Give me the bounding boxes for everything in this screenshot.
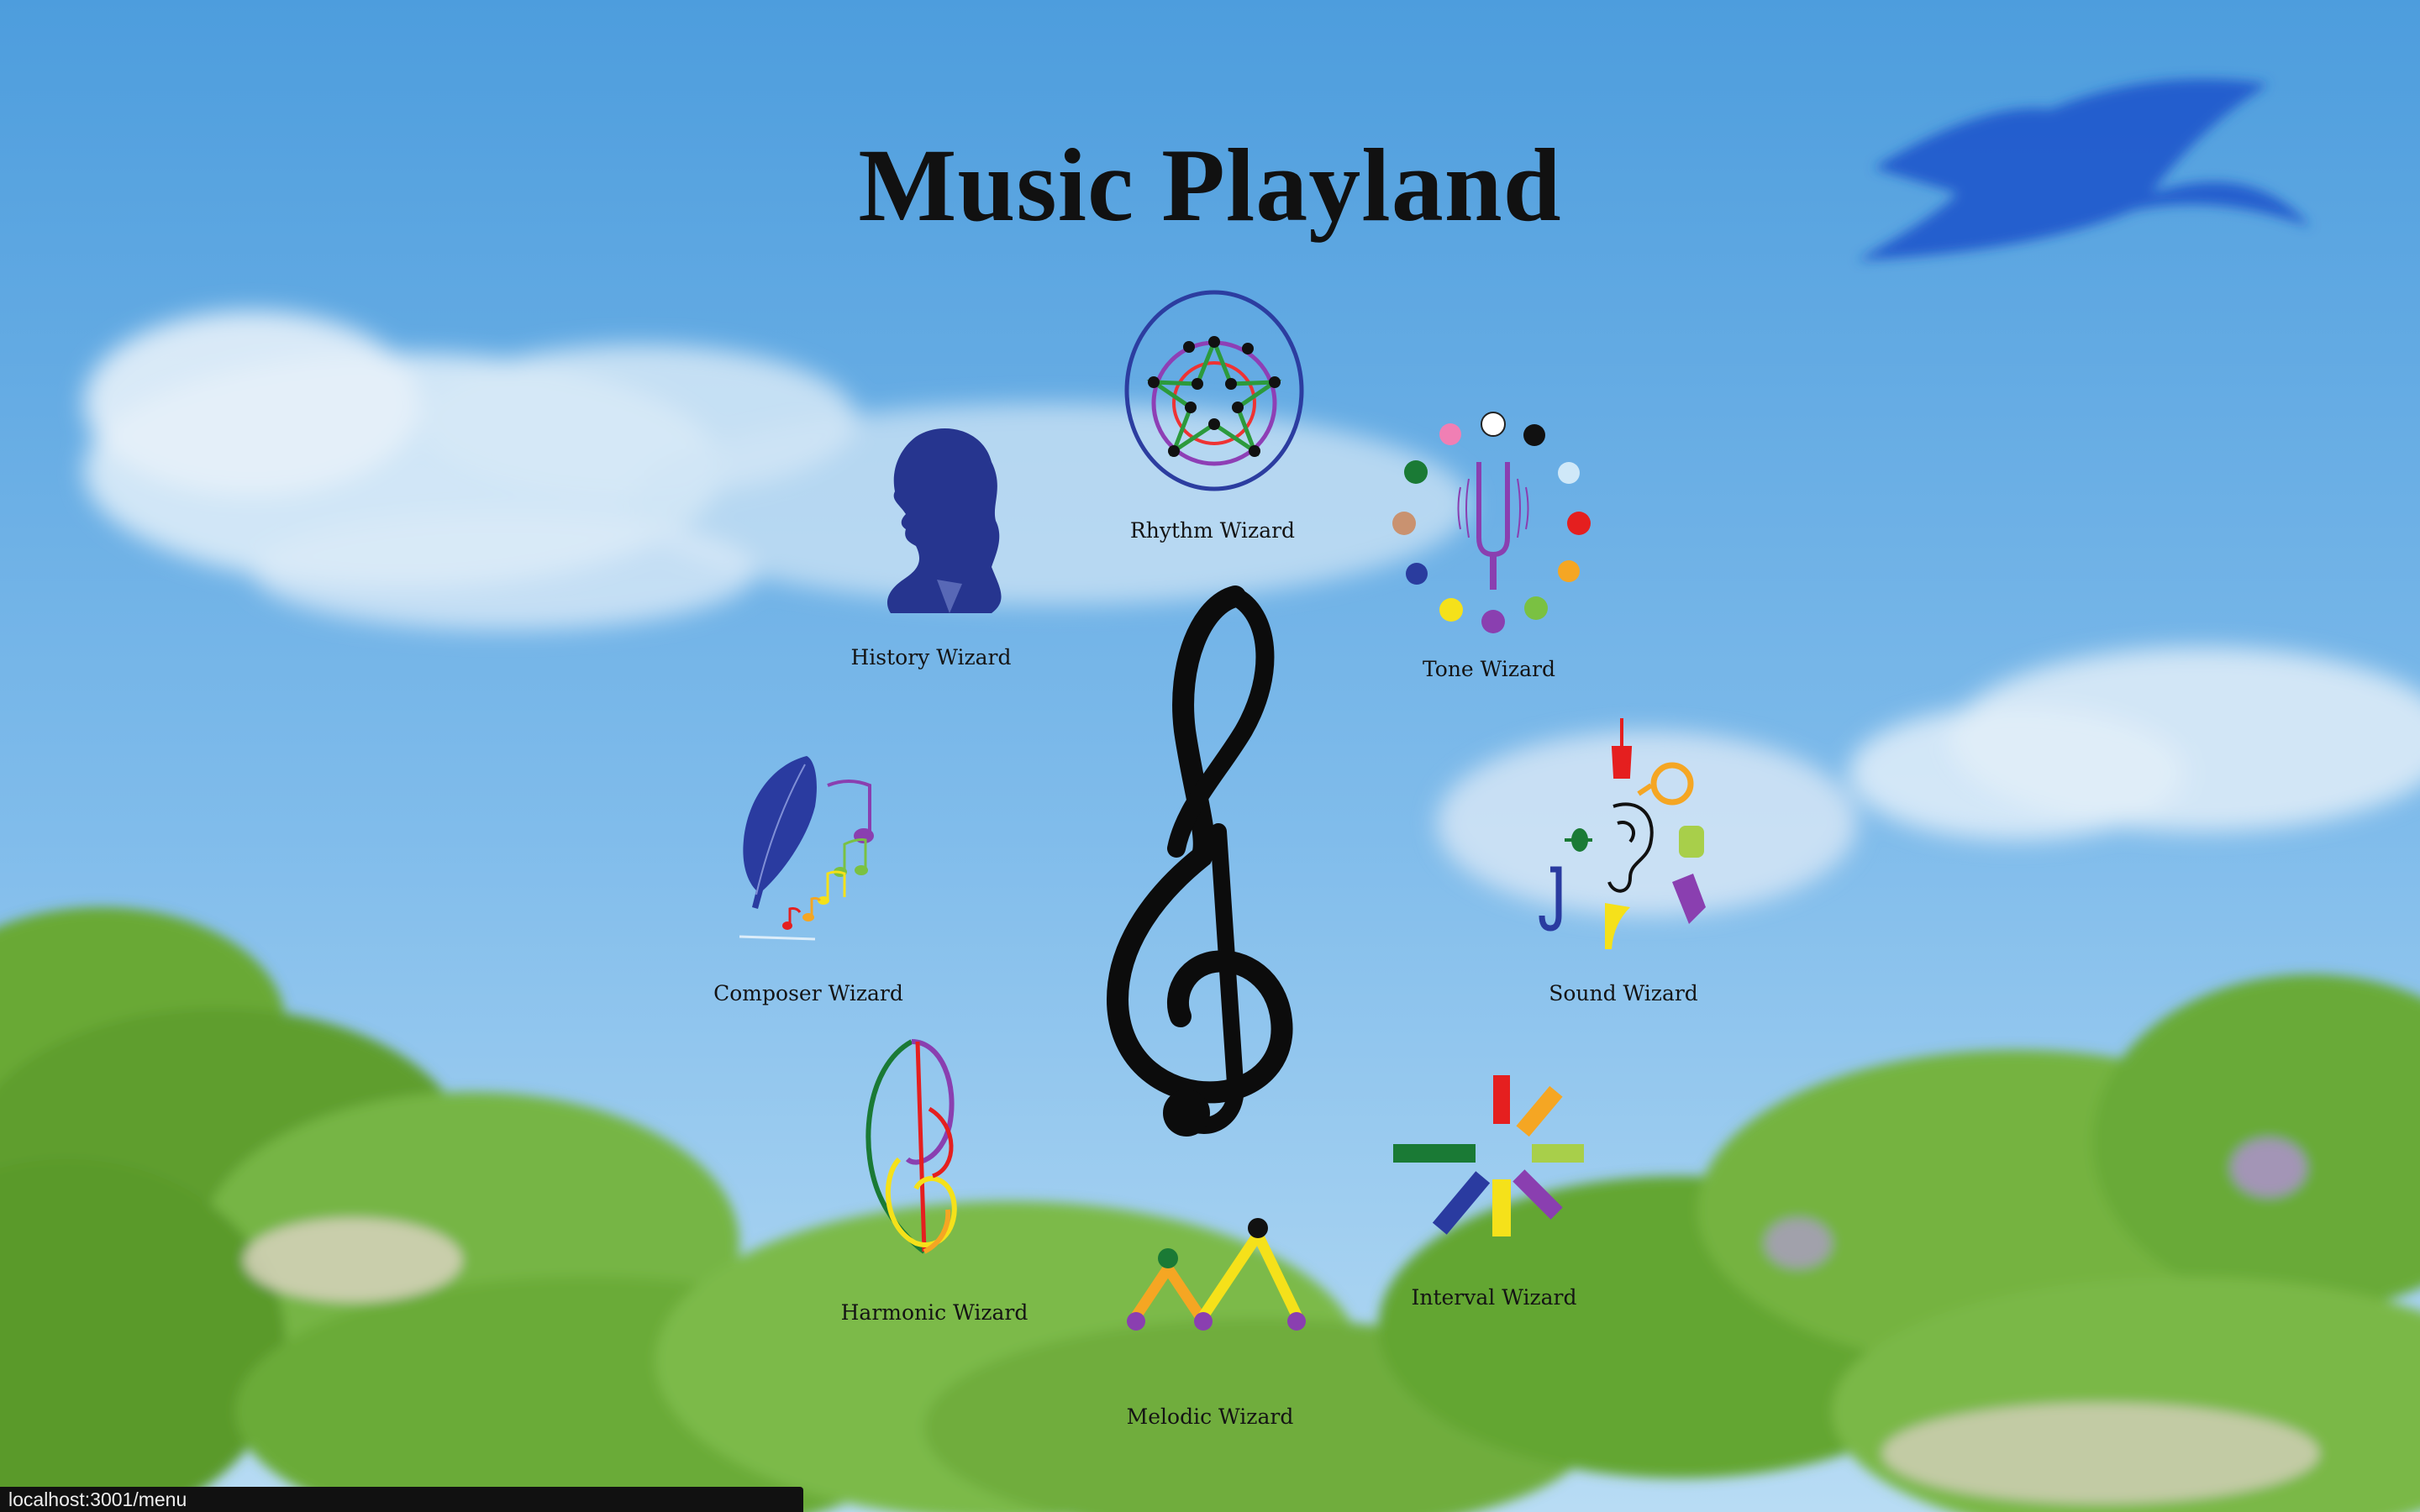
history-wizard-label: History Wizard bbox=[850, 645, 1012, 669]
rainbow-clef-icon bbox=[865, 1039, 957, 1254]
rhythm-wizard-label: Rhythm Wizard bbox=[1129, 518, 1296, 543]
treble-clef-icon bbox=[1106, 580, 1311, 1137]
melodic-wizard-label: Melodic Wizard bbox=[1126, 1404, 1294, 1429]
melody-zigzag-icon bbox=[1127, 1218, 1306, 1331]
sound-wizard-label: Sound Wizard bbox=[1549, 981, 1698, 1005]
harmonic-wizard-label: Harmonic Wizard bbox=[840, 1300, 1028, 1325]
composer-wizard-label: Composer Wizard bbox=[713, 981, 903, 1005]
interval-wizard-link[interactable]: Interval Wizard bbox=[1386, 1075, 1588, 1327]
sound-wizard-link[interactable]: Sound Wizard bbox=[1512, 714, 1731, 1016]
tone-wizard-label: Tone Wizard bbox=[1423, 657, 1555, 681]
rhythm-wizard-link[interactable]: Rhythm Wizard bbox=[1122, 290, 1307, 543]
quill-notes-icon bbox=[739, 756, 874, 941]
interval-wizard-label: Interval Wizard bbox=[1411, 1285, 1577, 1310]
tuning-fork-circle-icon bbox=[1392, 412, 1591, 633]
history-wizard-link[interactable]: History Wizard bbox=[850, 420, 1025, 680]
harmonic-wizard-link[interactable]: Harmonic Wizard bbox=[841, 1033, 1028, 1336]
composer-wizard-link[interactable]: Composer Wizard bbox=[713, 748, 924, 1016]
tone-wizard-link[interactable]: Tone Wizard bbox=[1386, 403, 1591, 689]
status-bar-url: localhost:3001/menu bbox=[0, 1487, 803, 1512]
page-title: Music Playland bbox=[858, 128, 1562, 243]
rhythm-star-circle-icon bbox=[1124, 290, 1304, 491]
melodic-wizard-link[interactable]: Melodic Wizard bbox=[1118, 1210, 1306, 1445]
interval-burst-icon bbox=[1393, 1075, 1584, 1236]
ear-instruments-icon bbox=[1539, 718, 1706, 949]
composer-silhouette-icon bbox=[886, 428, 1002, 613]
